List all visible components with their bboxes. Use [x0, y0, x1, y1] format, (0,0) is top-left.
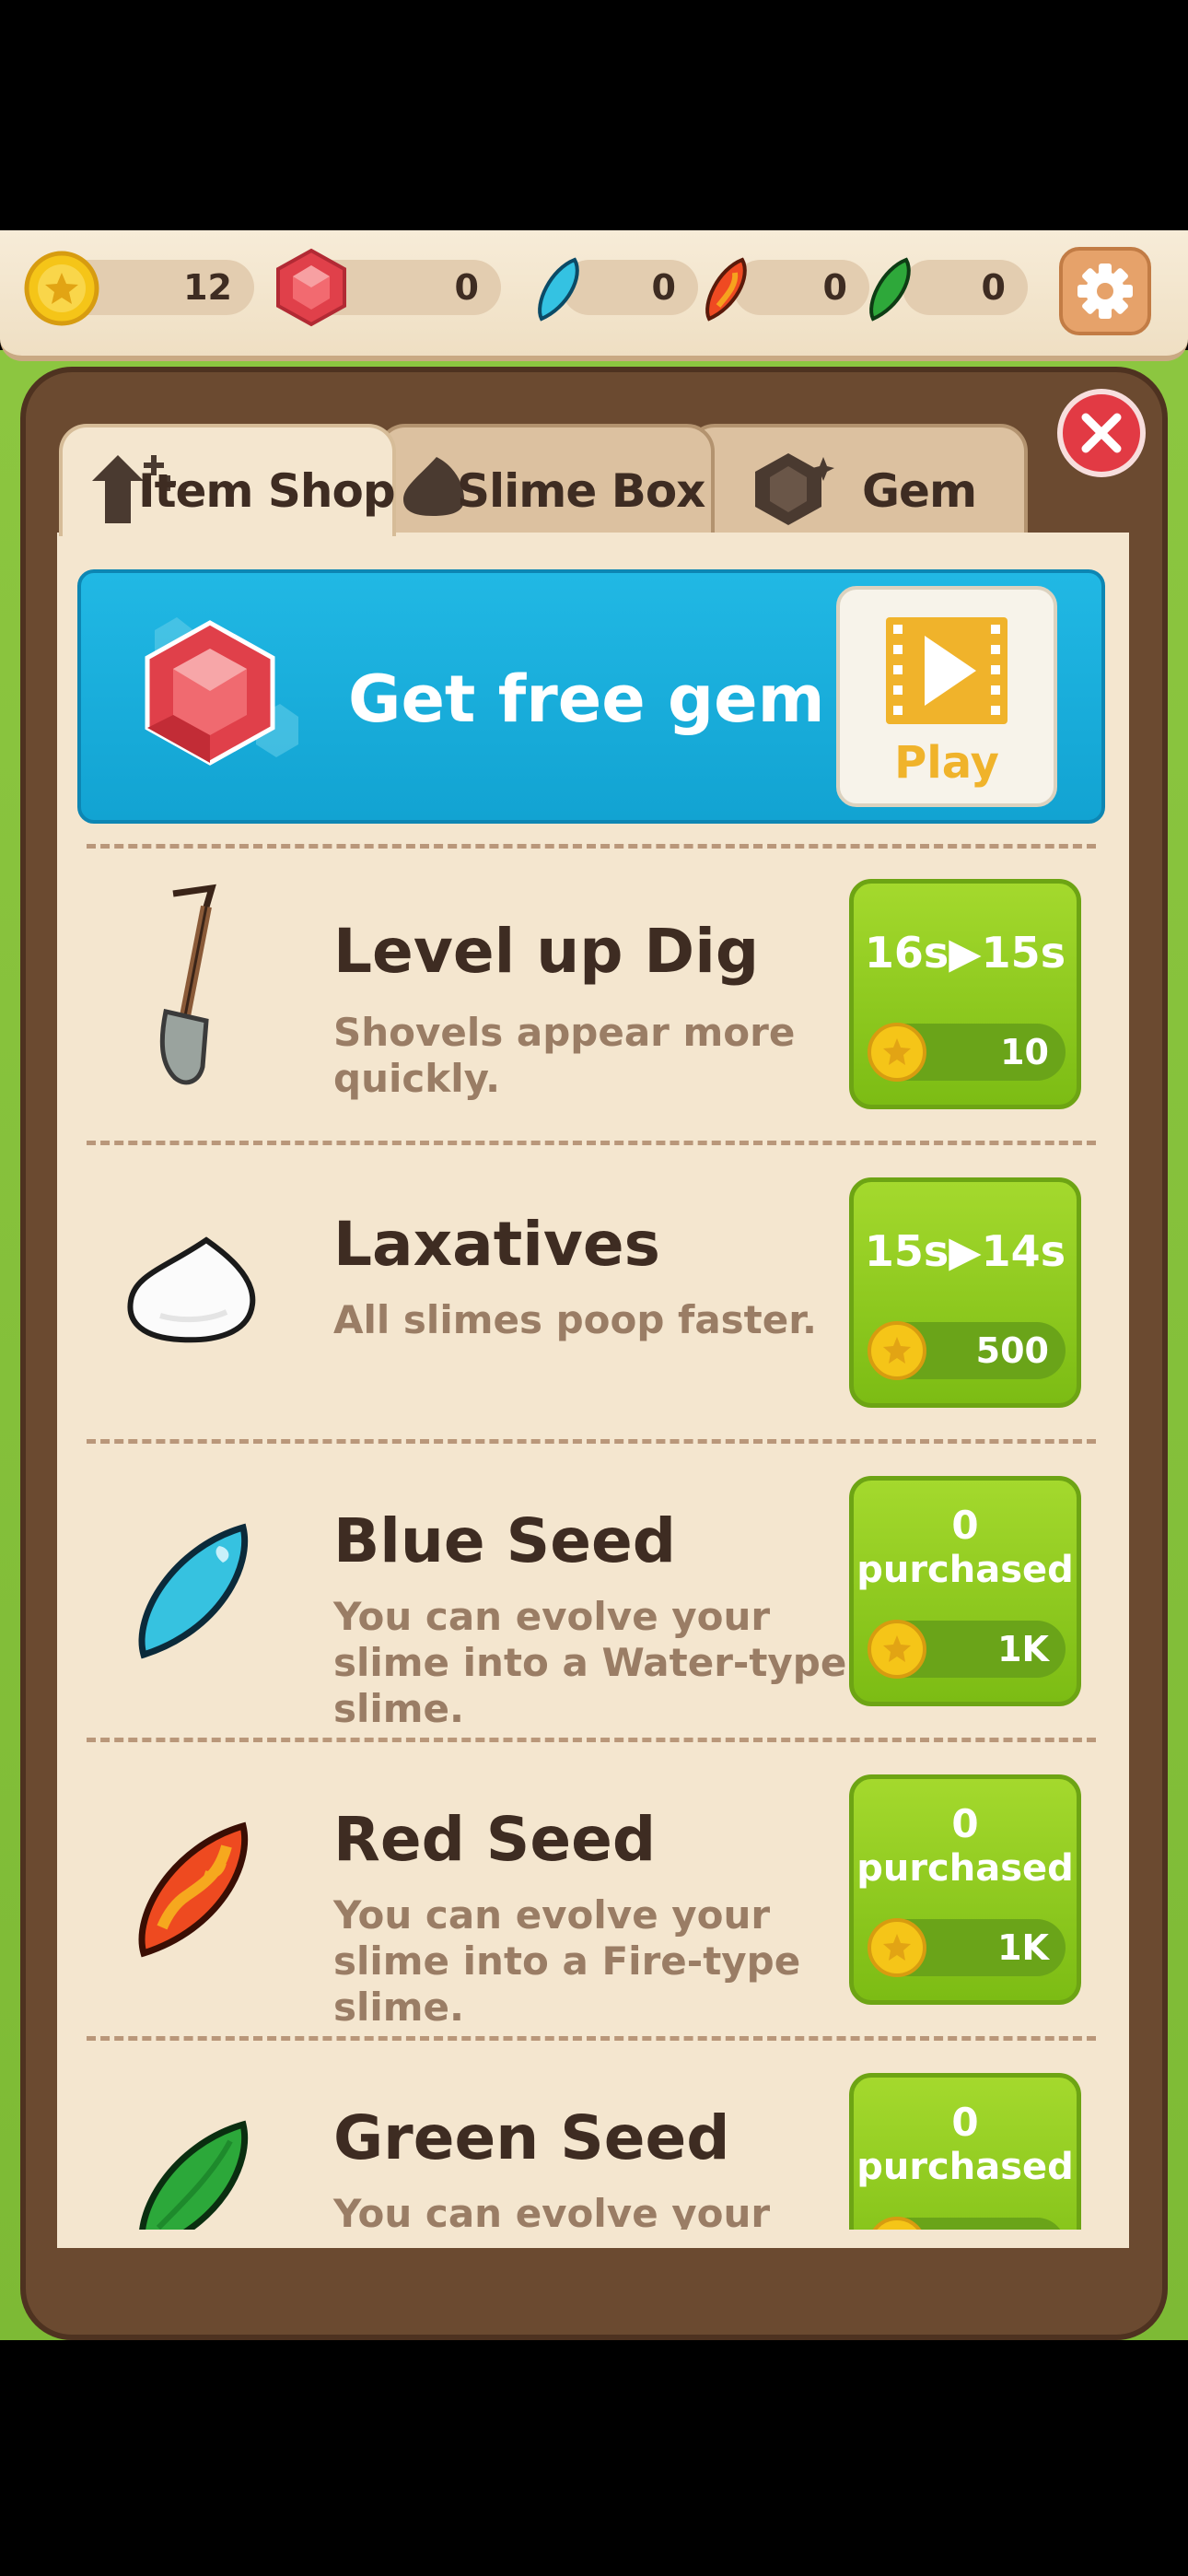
- item-description: You can evolve your slime into a Fire-ty…: [333, 1892, 801, 2030]
- cost-bar: 1K: [868, 1918, 1066, 1977]
- purchase-count: 0: [951, 1503, 979, 1548]
- poop-icon: [127, 1236, 256, 1343]
- coin-icon: [868, 1620, 926, 1679]
- item-title: Red Seed: [333, 1804, 657, 1875]
- shop-item-green-seed: Green Seed You can evolve your slime 0 p…: [57, 2045, 1129, 2230]
- tab-item-shop[interactable]: Item Shop: [59, 424, 396, 536]
- cost-bar: [870, 2217, 1066, 2230]
- purchase-button[interactable]: 0 purchased: [849, 2073, 1081, 2230]
- tab-slime-box[interactable]: Slime Box: [378, 424, 715, 536]
- gem-icon: [276, 248, 346, 327]
- blue-seed-count: 0: [651, 267, 676, 308]
- item-description: You can evolve your slime: [333, 2191, 771, 2230]
- red-seed-counter: 0: [733, 260, 869, 315]
- purchase-label: purchased: [856, 1847, 1074, 1890]
- play-video-button[interactable]: Play: [836, 586, 1057, 807]
- upgrade-time: 15s▶14s: [864, 1226, 1066, 1276]
- divider: [87, 1141, 1096, 1145]
- upgrade-button[interactable]: 16s▶15s 10: [849, 879, 1081, 1109]
- close-button[interactable]: [1057, 389, 1146, 477]
- video-play-icon: [886, 617, 1007, 724]
- purchase-button[interactable]: 0 purchased 1K: [849, 1476, 1081, 1706]
- green-seed-count: 0: [981, 267, 1006, 308]
- upgrade-button[interactable]: 15s▶14s 500: [849, 1177, 1081, 1408]
- tab-item-shop-label: Item Shop: [138, 464, 396, 518]
- item-title: Green Seed: [333, 2102, 730, 2173]
- item-title: Laxatives: [333, 1209, 660, 1280]
- coin-icon: [872, 2217, 922, 2230]
- item-cost: 10: [1000, 1032, 1049, 1072]
- tab-gem[interactable]: Gem: [687, 424, 1028, 536]
- coin-count: 12: [183, 267, 232, 308]
- banner-title: Get free gem: [348, 662, 825, 737]
- shovel-icon: [159, 884, 216, 1085]
- divider: [87, 1439, 1096, 1444]
- divider: [87, 2036, 1096, 2041]
- purchase-button[interactable]: 0 purchased 1K: [849, 1774, 1081, 2005]
- item-description: Shovels appear more quickly.: [333, 1010, 796, 1101]
- divider: [87, 844, 1096, 849]
- settings-button[interactable]: [1059, 247, 1151, 335]
- tab-gem-label: Gem: [862, 464, 977, 518]
- red-seed-count: 0: [822, 267, 847, 308]
- cost-bar: 1K: [868, 1620, 1066, 1679]
- resource-bar: 12 0 0 0 0: [0, 230, 1188, 361]
- item-cost: 1K: [997, 1629, 1049, 1669]
- upgrade-time: 16s▶15s: [864, 928, 1066, 978]
- coin-icon: [868, 1918, 926, 1977]
- screen-bottom: [0, 2340, 1188, 2576]
- item-description: You can evolve your slime into a Water-t…: [333, 1594, 847, 1731]
- ruby-gem-icon: [145, 617, 298, 766]
- coin-icon: [868, 1023, 926, 1082]
- red-seed-icon: [138, 1821, 249, 1958]
- gem-count: 0: [454, 267, 479, 308]
- gear-icon: [1077, 263, 1133, 319]
- green-seed-counter: 0: [903, 260, 1028, 315]
- cost-bar: 500: [868, 1321, 1066, 1380]
- play-label: Play: [894, 737, 999, 789]
- coin-icon: [868, 1321, 926, 1380]
- item-cost: 1K: [997, 1927, 1049, 1968]
- item-title: Blue Seed: [333, 1505, 676, 1576]
- item-description: All slimes poop faster.: [333, 1297, 817, 1342]
- cost-bar: 10: [868, 1023, 1066, 1082]
- green-seed-icon: [869, 257, 911, 322]
- gem-outline-icon: [755, 453, 834, 525]
- green-seed-icon: [139, 2120, 249, 2230]
- tab-slime-box-label: Slime Box: [457, 464, 705, 518]
- item-title: Level up Dig: [333, 916, 760, 987]
- purchase-count: 0: [951, 1801, 979, 1846]
- blue-seed-icon: [138, 1523, 249, 1659]
- blue-seed-icon: [538, 257, 579, 322]
- close-icon: [1081, 413, 1122, 453]
- purchase-label: purchased: [856, 1549, 1074, 1591]
- item-cost: 500: [975, 1330, 1049, 1371]
- coin-icon: [24, 251, 99, 326]
- divider: [87, 1738, 1096, 1742]
- purchase-count: 0: [951, 2100, 979, 2145]
- red-seed-icon: [705, 257, 747, 322]
- purchase-label: purchased: [856, 2146, 1074, 2188]
